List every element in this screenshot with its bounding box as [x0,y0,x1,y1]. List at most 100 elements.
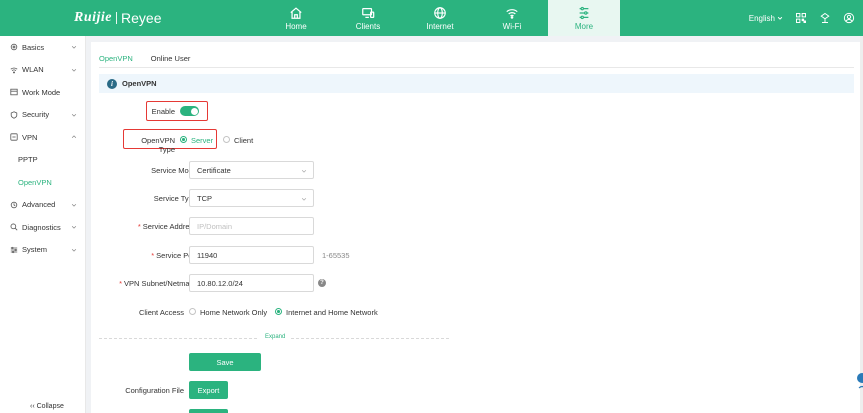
sidebar-item-label: VPN [22,132,38,142]
client-access-home-radio[interactable] [189,308,196,315]
more-sliders-icon [579,6,589,19]
sidebar-item-openvpn[interactable]: OpenVPN [0,171,85,194]
assistant-float-icon[interactable] [853,370,863,394]
chevron-down-icon [301,169,307,173]
language-selector[interactable]: English [749,14,783,23]
client-access-home-label[interactable]: Home Network Only [200,308,267,317]
sidebar-item-security[interactable]: Security [0,104,85,127]
type-server-label[interactable]: Server [191,136,213,145]
expand-divider-left [99,338,257,339]
wifi-icon [506,8,518,19]
sidebar-item-basics[interactable]: Basics [0,36,85,59]
sidebar-item-label: Security [22,110,50,120]
sidebar-item-label: System [22,245,48,255]
sidebar-item-wlan[interactable]: WLAN [0,59,85,82]
top-right-tools: English [749,0,855,36]
nav-internet-label: Internet [426,21,454,31]
nav-clients[interactable]: Clients [332,0,404,36]
collapse-icon: ‹‹ [30,403,35,410]
service-type-select[interactable]: TCP [189,189,314,207]
sidebar-item-label: PPTP [18,155,38,165]
chevron-down-icon [301,197,307,201]
enable-toggle[interactable] [180,106,199,116]
diagnostics-icon [10,223,18,231]
brand-logo[interactable]: Ruijie Reyee [74,9,161,27]
service-mode-select[interactable]: Certificate [189,161,314,179]
system-icon [10,246,18,253]
user-icon[interactable] [843,12,855,24]
sidebar-item-system[interactable]: System [0,239,85,262]
nav-home-label: Home [285,21,307,31]
client-access-internet-label[interactable]: Internet and Home Network [286,308,378,317]
nav-clients-label: Clients [355,21,381,31]
export-button[interactable]: Export [189,381,228,399]
subnet-label-row: * VPN Subnet/Netmask [93,279,197,288]
clients-icon [362,7,375,18]
subnet-value: 10.80.12.0/24 [197,278,243,288]
service-port-label-row: * Service Port [101,251,197,260]
chevron-down-icon [71,45,77,49]
nav-home[interactable]: Home [260,0,332,36]
tab-bar: OpenVPN Online User [99,54,190,68]
tab-openvpn[interactable]: OpenVPN [99,54,133,68]
service-address-input[interactable]: IP/Domain [189,217,314,235]
sidebar-item-vpn[interactable]: VPN [0,126,85,149]
nav-internet[interactable]: Internet [404,0,476,36]
chevron-down-icon [71,248,77,252]
nav-wifi-label: Wi-Fi [502,21,522,31]
sidebar-item-label: Advanced [22,200,56,210]
collapse-sidebar-button[interactable]: ‹‹ Collapse [30,403,64,410]
qr-code-icon[interactable] [795,12,807,24]
sidebar: Basics WLAN Work Mode Security VPN PPTP … [0,36,86,413]
help-icon[interactable]: ? [318,279,326,287]
network-tree-icon[interactable] [819,12,831,24]
sidebar-item-diagnostics[interactable]: Diagnostics [0,216,85,239]
client-access-internet-radio[interactable] [275,308,282,315]
service-mode-value: Certificate [197,165,231,175]
required-asterisk: * [137,222,141,231]
chevron-down-icon [71,225,77,229]
brand-separator [116,12,118,24]
type-client-label[interactable]: Client [234,136,253,145]
service-port-input[interactable]: 11940 [189,246,314,264]
nav-more[interactable]: More [548,0,620,36]
service-mode-label: Service Mode [151,166,197,175]
tab-divider [99,67,854,68]
enable-label: Enable [151,107,175,116]
info-icon: i [107,78,117,89]
service-type-value: TCP [197,193,212,203]
type-server-radio[interactable] [180,136,187,143]
chevron-down-icon [71,113,77,117]
brand-primary: Ruijie [74,10,113,25]
partial-button[interactable] [189,409,228,413]
openvpn-type-label: OpenVPN Type [141,136,175,154]
collapse-label: Collapse [36,403,64,410]
sidebar-item-label: WLAN [22,65,44,75]
tab-online-user[interactable]: Online User [151,54,191,68]
nav-more-label: More [574,21,594,31]
required-asterisk: * [119,279,123,288]
brand-secondary: Reyee [121,10,162,26]
sidebar-item-label: Basics [22,42,45,52]
type-client-radio[interactable] [223,136,230,143]
sidebar-item-label: Diagnostics [22,222,61,232]
nav-wifi[interactable]: Wi-Fi [476,0,548,36]
config-file-label: Configuration File [125,386,184,395]
save-button[interactable]: Save [189,353,261,371]
main-panel: OpenVPN Online User i OpenVPN Enable Ope… [91,42,860,413]
expand-toggle[interactable]: Expand [265,334,285,340]
service-type-label: Service Type [153,194,197,203]
main-nav: Home Clients Internet Wi-Fi More [260,0,620,36]
sidebar-item-pptp[interactable]: PPTP [0,149,85,172]
chevron-down-icon [71,68,77,72]
sidebar-item-label: OpenVPN [18,177,52,187]
required-asterisk: * [151,251,155,260]
sidebar-item-advanced[interactable]: Advanced [0,194,85,217]
sidebar-item-work-mode[interactable]: Work Mode [0,81,85,104]
section-header: i OpenVPN [99,74,854,93]
subnet-input[interactable]: 10.80.12.0/24 [189,274,314,292]
sidebar-item-label: Work Mode [22,87,61,97]
vpn-icon [10,133,18,141]
wifi-icon [10,67,18,74]
expand-divider-right [291,338,449,339]
